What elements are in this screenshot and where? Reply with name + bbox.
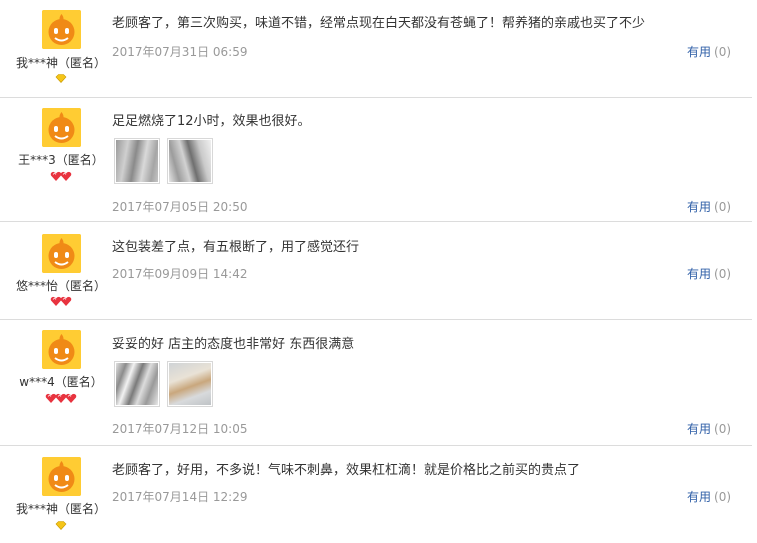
review-date: 2017年07月31日 06:59 (112, 45, 248, 59)
review-content: 老顾客了，好用，不多说！气味不刺鼻，效果杠杠滴！就是价格比之前买的贵点了 (112, 463, 581, 478)
user-level-badge (0, 393, 122, 405)
user-level-badge (0, 521, 122, 533)
review-content: 妥妥的好 店主的态度也非常好 东西很满意 (112, 337, 355, 352)
review-date: 2017年09月09日 14:42 (112, 267, 248, 281)
review-photo-thumbnail[interactable] (114, 138, 160, 184)
review-content: 这包装差了点，有五根断了，用了感觉还行 (112, 240, 360, 255)
review-item: 王***3（匿名） 足足燃烧了12小时，效果也很好。 2017年07月05日 2… (0, 98, 752, 222)
review-photo-thumbnail[interactable] (167, 138, 213, 184)
review-item: w***4（匿名） 妥妥的好 店主的态度也非常好 东西很满意 2017年07月1… (0, 320, 752, 446)
useful-button[interactable]: 有用 (687, 45, 711, 59)
review-item: 我***神（匿名） 老顾客了，好用，不多说！气味不刺鼻，效果杠杠滴！就是价格比之… (0, 446, 752, 543)
product-photo (169, 363, 211, 405)
review-photo-thumbnail[interactable] (114, 361, 160, 407)
product-photo (169, 140, 211, 182)
useful-button[interactable]: 有用 (687, 200, 711, 214)
review-date: 2017年07月12日 10:05 (112, 422, 248, 436)
useful-button[interactable]: 有用 (687, 267, 711, 281)
review-date: 2017年07月14日 12:29 (112, 490, 248, 504)
avatar (42, 10, 81, 49)
diamond-icon (55, 74, 67, 83)
user-name: w***4（匿名） (19, 375, 103, 389)
review-item: 悠***怡（匿名） 这包装差了点，有五根断了，用了感觉还行 2017年09月09… (0, 222, 752, 320)
heart-diamond-icon (60, 296, 72, 306)
useful-count: (0) (714, 200, 732, 214)
review-content: 老顾客了，第三次购买，味道不错，经常点现在白天都没有苍蝇了！帮养猪的亲戚也买了不… (112, 16, 646, 31)
user-name: 王***3（匿名） (18, 153, 104, 167)
review-content: 足足燃烧了12小时，效果也很好。 (112, 114, 311, 129)
useful-count: (0) (714, 422, 732, 436)
review-photo-thumbnail[interactable] (167, 361, 213, 407)
useful-vote: 有用 (0) (687, 198, 731, 215)
useful-count: (0) (714, 490, 732, 504)
useful-button[interactable]: 有用 (687, 422, 711, 436)
diamond-icon (55, 521, 67, 530)
review-date: 2017年07月05日 20:50 (112, 200, 248, 214)
avatar (42, 108, 81, 147)
avatar (42, 457, 81, 496)
user-level-badge (0, 296, 122, 308)
user-name: 悠***怡（匿名） (15, 279, 106, 293)
product-photo (116, 363, 158, 405)
useful-vote: 有用 (0) (687, 420, 731, 437)
heart-diamond-icon (65, 393, 77, 403)
product-photo (116, 140, 158, 182)
useful-count: (0) (714, 45, 732, 59)
heart-diamond-icon (60, 171, 72, 181)
user-name: 我***神（匿名） (15, 502, 106, 516)
useful-vote: 有用 (0) (687, 265, 731, 282)
useful-count: (0) (714, 267, 732, 281)
review-item: 我***神（匿名） 老顾客了，第三次购买，味道不错，经常点现在白天都没有苍蝇了！… (0, 0, 752, 98)
useful-vote: 有用 (0) (687, 43, 731, 60)
avatar (42, 330, 81, 369)
user-name: 我***神（匿名） (15, 56, 106, 70)
useful-button[interactable]: 有用 (687, 490, 711, 504)
avatar (42, 234, 81, 273)
user-level-badge (0, 171, 122, 183)
user-level-badge (0, 74, 122, 86)
useful-vote: 有用 (0) (687, 488, 731, 505)
